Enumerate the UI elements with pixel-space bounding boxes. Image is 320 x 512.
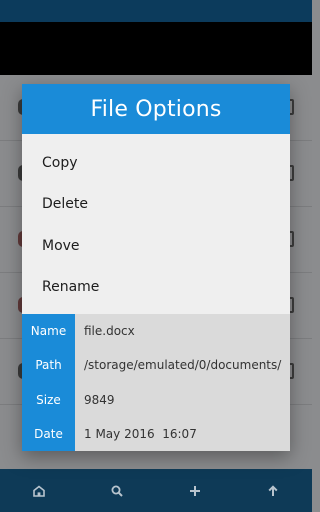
dialog-title: File Options	[90, 96, 222, 122]
copy-option[interactable]: Copy	[22, 142, 290, 184]
add-button[interactable]	[175, 471, 215, 511]
file-options-dialog: File Options Copy Delete Move Rename Nam…	[22, 84, 290, 451]
home-icon	[33, 484, 45, 497]
delete-option[interactable]: Delete	[22, 184, 290, 226]
file-options-menu: Copy Delete Move Rename	[22, 134, 290, 308]
details-labels: Name Path Size Date	[22, 314, 75, 451]
move-option[interactable]: Move	[22, 225, 290, 267]
date-value: 1 May 2016 16:07	[84, 426, 197, 441]
name-value: file.docx	[84, 324, 135, 339]
dialog-header: File Options	[22, 84, 290, 134]
file-details: Name Path Size Date file.docx /storage/e…	[22, 314, 290, 451]
home-button[interactable]	[19, 471, 59, 511]
rename-option[interactable]: Rename	[22, 267, 290, 309]
path-value: /storage/emulated/0/documents/	[84, 358, 282, 373]
date-label: Date	[34, 426, 63, 441]
path-label: Path	[35, 358, 62, 373]
details-values: file.docx /storage/emulated/0/documents/…	[75, 314, 290, 451]
toolbar-area	[0, 22, 312, 75]
bottom-navigation	[0, 469, 312, 512]
up-button[interactable]	[253, 471, 293, 511]
search-icon	[111, 485, 123, 497]
search-button[interactable]	[97, 471, 137, 511]
status-bar	[0, 0, 312, 22]
size-label: Size	[36, 392, 61, 407]
name-label: Name	[30, 324, 67, 339]
add-icon	[190, 485, 200, 496]
size-value: 9849	[84, 392, 115, 407]
up-arrow-icon	[268, 484, 278, 496]
